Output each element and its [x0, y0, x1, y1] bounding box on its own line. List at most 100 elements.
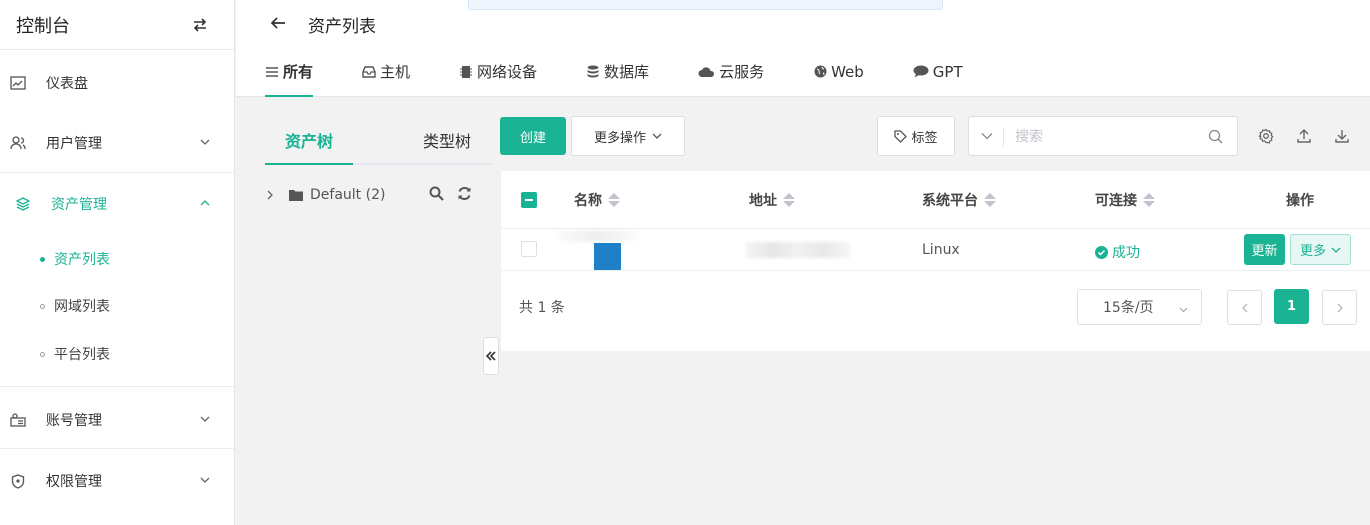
more-button[interactable]: 更多 — [1290, 234, 1351, 265]
tree-panel-tabs: 资产树 类型树 — [265, 113, 492, 173]
chevron-down-icon — [652, 133, 662, 139]
tab-label: GPT — [932, 62, 963, 81]
settings-icon[interactable] — [1258, 128, 1274, 144]
tag-label: 标签 — [911, 130, 938, 146]
status-text: 成功 — [1112, 245, 1140, 261]
sort-icon[interactable] — [783, 193, 795, 207]
tab-type-tree[interactable]: 类型树 — [423, 128, 471, 152]
page-size-select[interactable]: 15条/页 — [1077, 289, 1202, 325]
tab-label: 主机 — [380, 63, 411, 81]
table-header: 名称 地址 系统平台 可连接 操作 — [501, 171, 1370, 229]
tree-node-label: Default (2) — [310, 187, 386, 203]
tab-databases[interactable]: 数据库 — [586, 58, 649, 85]
prev-page-button[interactable] — [1227, 290, 1262, 325]
tab-all[interactable]: 所有 — [265, 58, 314, 97]
update-button[interactable]: 更新 — [1244, 234, 1285, 265]
bullet-icon — [40, 351, 45, 357]
tree-tab-underline — [265, 163, 492, 165]
asset-type-tabs: 所有 主机 网络设备 数据库 云服务 Web GPT — [265, 58, 963, 98]
select-all-checkbox[interactable] — [521, 192, 537, 208]
redacted-name-block[interactable] — [594, 243, 621, 270]
column-label: 名称 — [574, 193, 602, 209]
total-count: 共 1 条 — [519, 300, 565, 316]
column-header-connectivity[interactable]: 可连接 — [1095, 190, 1155, 210]
dashboard-icon — [10, 75, 26, 91]
tag-icon — [894, 129, 908, 143]
column-label: 地址 — [749, 193, 777, 209]
back-arrow-icon[interactable] — [269, 14, 287, 32]
chevron-left-icon — [1241, 303, 1247, 312]
page-header: 资产列表 所有 主机 网络设备 数据库 云服务 Web GPT — [236, 0, 1370, 97]
chevron-down-icon — [200, 416, 210, 422]
sort-icon[interactable] — [608, 193, 620, 207]
cloud-icon — [698, 65, 715, 79]
column-header-platform[interactable]: 系统平台 — [922, 190, 996, 210]
sidebar-item-label: 用户管理 — [46, 136, 102, 152]
create-button[interactable]: 创建 — [500, 117, 566, 155]
layers-icon — [15, 196, 31, 212]
host-icon — [362, 65, 376, 79]
users-icon — [10, 135, 26, 151]
page-size-value: 15条/页 — [1103, 300, 1154, 316]
asset-table: 名称 地址 系统平台 可连接 操作 Linux 成功 更新 更多 共 1 条 1… — [501, 171, 1370, 351]
chevron-up-icon — [200, 200, 210, 206]
next-page-button[interactable] — [1322, 290, 1357, 325]
folder-icon — [289, 189, 303, 201]
notification-bar — [468, 0, 943, 10]
column-header-name[interactable]: 名称 — [574, 190, 620, 210]
tab-gpt[interactable]: GPT — [913, 58, 963, 85]
sidebar-item-assets[interactable]: 资产管理 — [0, 184, 234, 224]
bullet-icon — [40, 256, 45, 262]
tab-hosts[interactable]: 主机 — [362, 58, 410, 85]
tab-network-devices[interactable]: 网络设备 — [459, 58, 537, 85]
sidebar-item-users[interactable]: 用户管理 — [0, 123, 234, 163]
sidebar-item-label: 仪表盘 — [46, 76, 88, 92]
table-row[interactable]: Linux 成功 更新 更多 — [501, 230, 1370, 271]
sidebar-subitem-label: 资产列表 — [54, 252, 110, 268]
tab-web[interactable]: Web — [813, 58, 864, 85]
search-icon[interactable] — [429, 186, 444, 201]
row-platform: Linux — [922, 242, 960, 258]
swap-icon[interactable] — [192, 17, 208, 33]
redacted-name — [557, 230, 637, 242]
sidebar-item-permissions[interactable]: 权限管理 — [0, 461, 234, 501]
column-label: 系统平台 — [922, 193, 978, 209]
tag-button[interactable]: 标签 — [877, 116, 955, 156]
sidebar-title: 控制台 — [16, 15, 70, 37]
tree-tools — [429, 186, 472, 201]
tab-label: 数据库 — [604, 63, 650, 81]
device-icon — [459, 65, 473, 79]
sidebar-subitem-domain-list[interactable]: 网域列表 — [0, 289, 234, 323]
upload-icon[interactable] — [1296, 128, 1312, 144]
page-title: 资产列表 — [308, 17, 376, 37]
sidebar-item-accounts[interactable]: 账号管理 — [0, 400, 234, 440]
tab-label: 云服务 — [719, 63, 765, 81]
chat-icon — [913, 65, 929, 79]
search-icon[interactable] — [1208, 129, 1223, 144]
sort-icon[interactable] — [1143, 193, 1155, 207]
tab-asset-tree[interactable]: 资产树 — [285, 128, 333, 152]
page-number-current[interactable]: 1 — [1274, 289, 1309, 324]
column-label: 操作 — [1286, 193, 1314, 209]
refresh-icon[interactable] — [457, 186, 472, 201]
download-icon[interactable] — [1334, 128, 1350, 144]
tab-cloud-services[interactable]: 云服务 — [698, 58, 764, 85]
double-chevron-left-icon — [486, 351, 496, 361]
sidebar-subitem-asset-list[interactable]: 资产列表 — [0, 242, 234, 276]
column-header-address[interactable]: 地址 — [749, 190, 795, 210]
database-icon — [586, 65, 600, 79]
row-checkbox[interactable] — [521, 241, 537, 257]
sidebar-item-label: 权限管理 — [46, 474, 102, 490]
chevron-right-icon[interactable] — [265, 190, 275, 200]
sidebar-subitem-platform-list[interactable]: 平台列表 — [0, 337, 234, 371]
sort-icon[interactable] — [984, 193, 996, 207]
column-header-actions: 操作 — [1286, 190, 1314, 210]
sidebar-item-label: 资产管理 — [51, 197, 107, 213]
more-actions-button[interactable]: 更多操作 — [571, 116, 685, 156]
search-input[interactable] — [1015, 125, 1195, 149]
row-connectivity: 成功 — [1095, 242, 1140, 262]
sidebar-item-dashboard[interactable]: 仪表盘 — [0, 63, 234, 103]
redacted-address — [746, 242, 850, 258]
chevron-down-icon[interactable] — [981, 130, 993, 142]
collapse-panel-handle[interactable] — [483, 337, 499, 375]
